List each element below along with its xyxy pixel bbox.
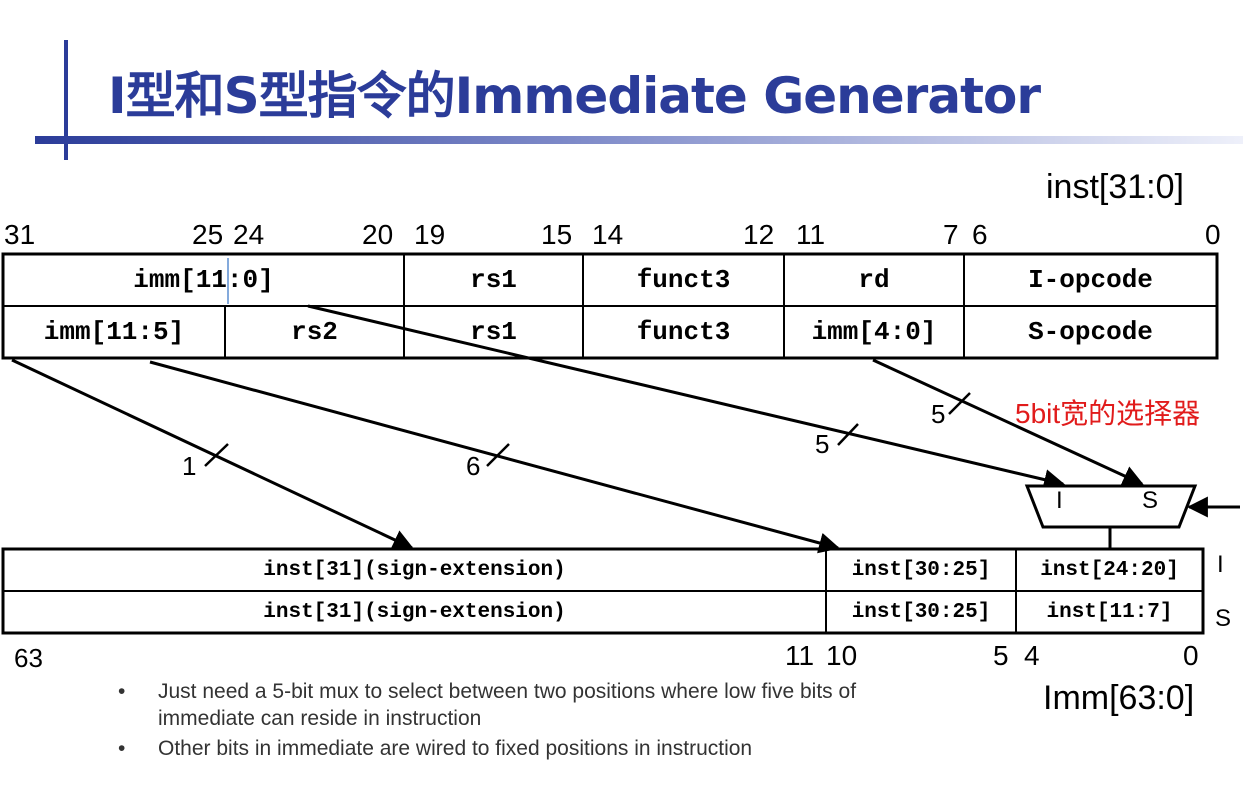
bullet-text: Other bits in immediate are wired to fix… bbox=[158, 737, 753, 760]
mux bbox=[1024, 484, 1198, 529]
instruction-format-table bbox=[1, 252, 1219, 360]
bullet-list: • Just need a 5-bit mux to select betwee… bbox=[118, 678, 938, 765]
imm-label: Imm[63:0] bbox=[1043, 679, 1195, 717]
width-label-i-low: 5 bbox=[815, 429, 830, 459]
mux-input-i: I bbox=[1056, 487, 1063, 514]
bit-number: 5 bbox=[993, 640, 1009, 671]
bullet-dot: • bbox=[118, 680, 126, 703]
mux-caption: 5bit宽的选择器 bbox=[1015, 398, 1201, 429]
mux-input-s: S bbox=[1142, 487, 1159, 514]
bullet-dot: • bbox=[118, 737, 126, 760]
bit-number: 11 bbox=[785, 640, 815, 671]
bullet-item: • Just need a 5-bit mux to select betwee… bbox=[118, 678, 938, 732]
bit-number: 63 bbox=[14, 643, 43, 673]
bit-number: 4 bbox=[1024, 640, 1040, 671]
width-label-mid: 6 bbox=[466, 451, 481, 481]
tick-sign bbox=[204, 443, 229, 467]
immediate-table bbox=[1, 547, 1205, 635]
width-label-sign: 1 bbox=[182, 451, 197, 481]
bullet-text: Just need a 5-bit mux to select between … bbox=[158, 680, 857, 730]
slide: I型和S型指令的Immediate Generator inst[31:0] 3… bbox=[0, 0, 1243, 808]
bullet-item: • Other bits in immediate are wired to f… bbox=[118, 735, 938, 762]
wire-mid bbox=[149, 360, 841, 554]
wire-sign bbox=[11, 358, 414, 550]
bit-number: 0 bbox=[1183, 640, 1199, 671]
bit-number: 10 bbox=[826, 640, 858, 671]
width-label-s-low: 5 bbox=[931, 399, 946, 429]
